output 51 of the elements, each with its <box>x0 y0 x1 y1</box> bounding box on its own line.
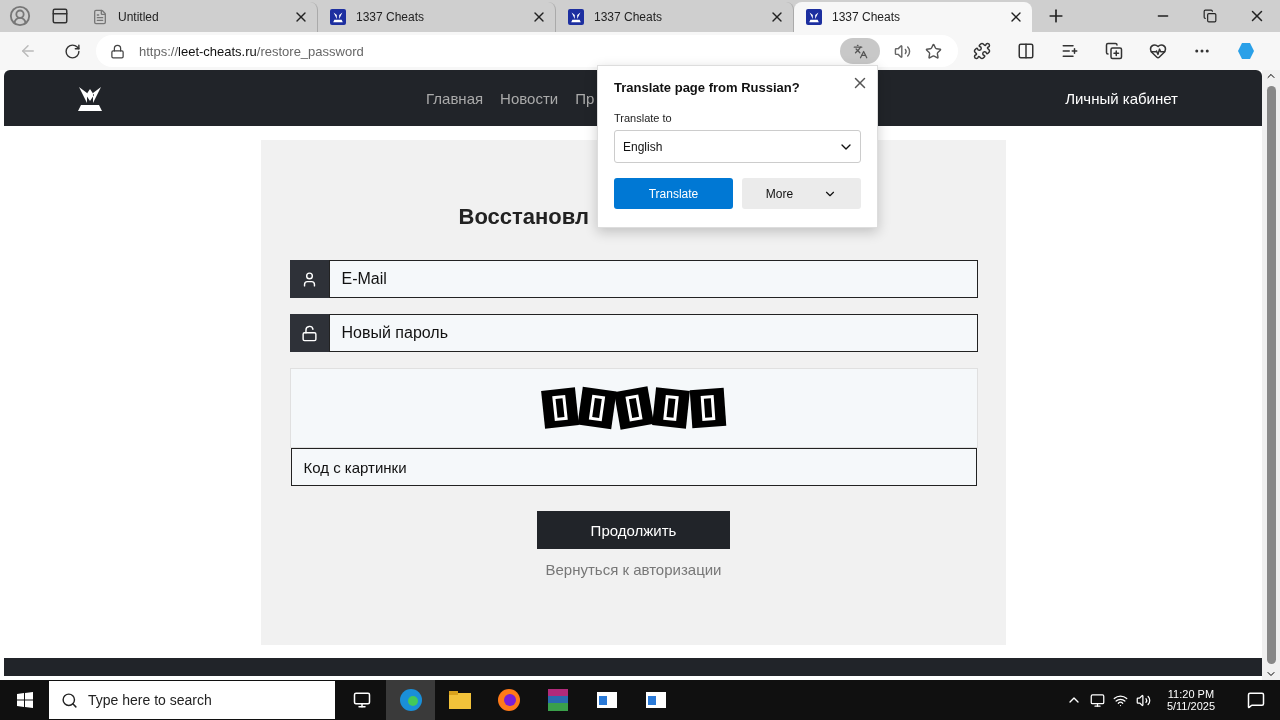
speaker-icon[interactable] <box>894 42 911 60</box>
volume-icon[interactable] <box>1135 692 1151 708</box>
user-icon <box>289 260 329 298</box>
search-icon <box>61 691 78 709</box>
padlock-icon <box>289 314 329 352</box>
window-icon[interactable] <box>644 691 667 709</box>
captcha-input[interactable]: Код с картинки <box>290 448 977 486</box>
clock[interactable]: 11:20 PM 5/11/2025 <box>1166 688 1215 712</box>
heart-pulse-icon[interactable] <box>1149 42 1167 60</box>
nav-link[interactable]: Новости <box>500 89 559 107</box>
profile-icon[interactable] <box>9 5 31 27</box>
network-icon[interactable] <box>1112 692 1128 708</box>
extensions-icon[interactable] <box>973 42 991 60</box>
more-button[interactable]: More <box>742 178 861 209</box>
folder-icon[interactable] <box>447 690 472 710</box>
continue-button[interactable]: Продолжить <box>537 511 730 549</box>
field-label: Translate to <box>614 112 673 124</box>
star-icon[interactable] <box>925 42 942 60</box>
scrollbar[interactable] <box>1262 70 1280 680</box>
translate-button[interactable]: Translate <box>614 178 733 209</box>
device-icon[interactable] <box>1089 692 1105 708</box>
tab-actions-icon[interactable] <box>51 7 69 25</box>
language-select[interactable]: English <box>614 130 861 163</box>
nav-link[interactable]: Главная <box>426 89 484 107</box>
notifications-icon[interactable] <box>1246 691 1265 709</box>
browser-tab[interactable]: 1337 Cheats <box>794 2 1032 32</box>
taskbar-search[interactable]: Type here to search <box>49 681 335 719</box>
collections-icon[interactable] <box>1105 42 1123 60</box>
refresh-icon[interactable] <box>63 42 81 60</box>
favorites-icon[interactable] <box>1061 42 1079 60</box>
lock-icon[interactable] <box>110 43 125 59</box>
back-to-login-link[interactable]: Вернуться к авторизации <box>545 561 722 578</box>
page-icon <box>92 9 108 25</box>
nav-link[interactable]: Пр <box>575 89 595 107</box>
translate-button[interactable] <box>840 38 880 64</box>
split-screen-icon[interactable] <box>1017 42 1035 60</box>
input-field[interactable]: E-Mail <box>328 260 978 298</box>
account-link[interactable]: Личный кабинет <box>1065 89 1178 107</box>
input-field[interactable]: Новый пароль <box>328 314 978 352</box>
browser-icon[interactable] <box>398 688 423 712</box>
restore-icon[interactable] <box>1202 9 1217 23</box>
translate-icon <box>852 43 868 59</box>
window-icon[interactable] <box>595 691 618 709</box>
site-icon <box>568 9 584 25</box>
task-view-icon[interactable] <box>352 691 371 709</box>
site-icon <box>806 9 822 25</box>
popup-title: Translate page from Russian? <box>614 80 801 95</box>
start-icon[interactable] <box>16 692 33 708</box>
site-icon <box>330 9 346 25</box>
form-heading: Восстановл <box>458 204 589 231</box>
archive-icon[interactable] <box>546 688 569 712</box>
